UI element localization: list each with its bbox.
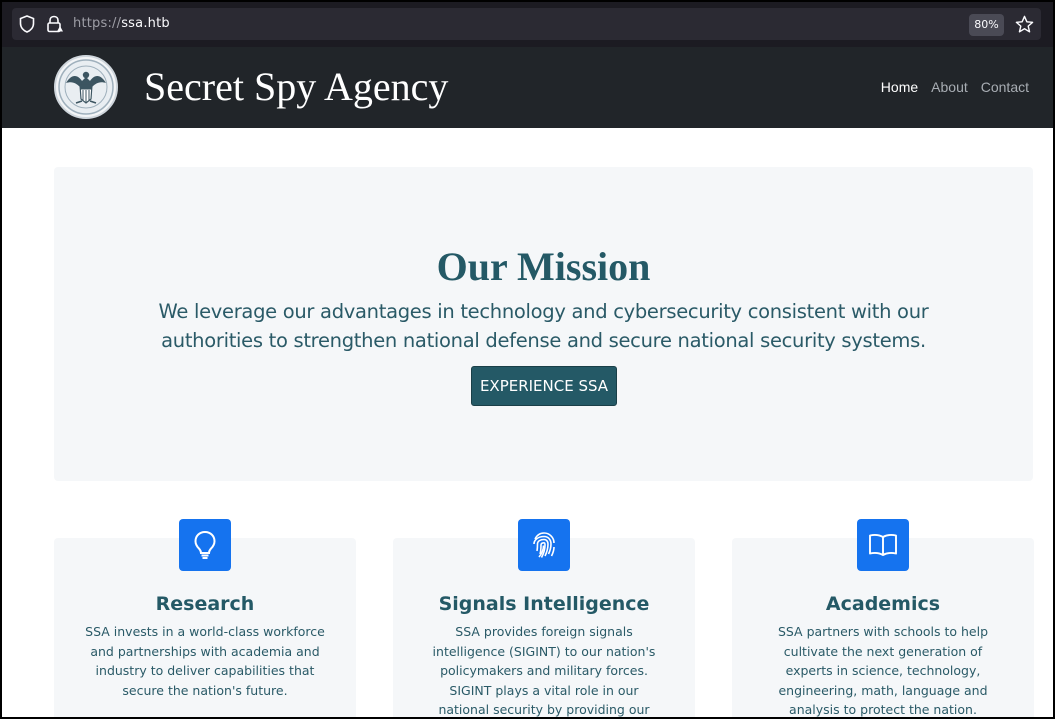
feature-card-academics: Academics SSA partners with schools to h…	[732, 519, 1034, 717]
feature-text: SSA partners with schools to help cultiv…	[777, 624, 989, 717]
eagle-seal-icon	[58, 59, 114, 115]
feature-text: SSA invests in a world-class workforce a…	[85, 624, 325, 698]
nav-links: Home About Contact	[881, 79, 1029, 95]
insecure-lock-icon[interactable]	[46, 15, 64, 33]
nav-link-contact[interactable]: Contact	[981, 79, 1029, 95]
feature-card-signals-intelligence: Signals Intelligence SSA provides foreig…	[393, 519, 695, 717]
nav-link-about[interactable]: About	[931, 79, 968, 95]
shield-icon[interactable]	[19, 15, 35, 33]
feature-title: Research	[155, 593, 255, 615]
url-text[interactable]: https://ssa.htb	[73, 16, 170, 31]
book-icon	[857, 519, 909, 571]
experience-ssa-button[interactable]: EXPERIENCE SSA	[471, 366, 617, 406]
feature-text: SSA provides foreign signals intelligenc…	[432, 624, 656, 717]
hero-title: Our Mission	[436, 244, 651, 289]
site-brand-title[interactable]: Secret Spy Agency	[144, 63, 448, 110]
lightbulb-icon	[179, 519, 231, 571]
nav-link-home[interactable]: Home	[881, 79, 918, 95]
mission-hero: Our Mission We leverage our advantages i…	[54, 167, 1033, 481]
url-scheme: https://	[73, 16, 122, 31]
feature-title: Academics	[825, 593, 941, 615]
feature-card-research: Research SSA invests in a world-class wo…	[54, 519, 356, 717]
browser-window: https://ssa.htb 80% Secret Spy Agency Ho	[0, 0, 1055, 719]
hero-text: We leverage our advantages in technology…	[158, 300, 929, 352]
feature-title: Signals Intelligence	[438, 593, 650, 615]
browser-toolbar: https://ssa.htb 80%	[2, 2, 1053, 47]
url-host: ssa.htb	[121, 16, 170, 31]
zoom-level-button[interactable]: 80%	[969, 14, 1004, 36]
fingerprint-icon	[518, 519, 570, 571]
site-navbar: Secret Spy Agency Home About Contact	[2, 47, 1053, 128]
bookmark-star-icon[interactable]	[1015, 15, 1034, 34]
agency-seal-logo[interactable]	[54, 55, 118, 119]
